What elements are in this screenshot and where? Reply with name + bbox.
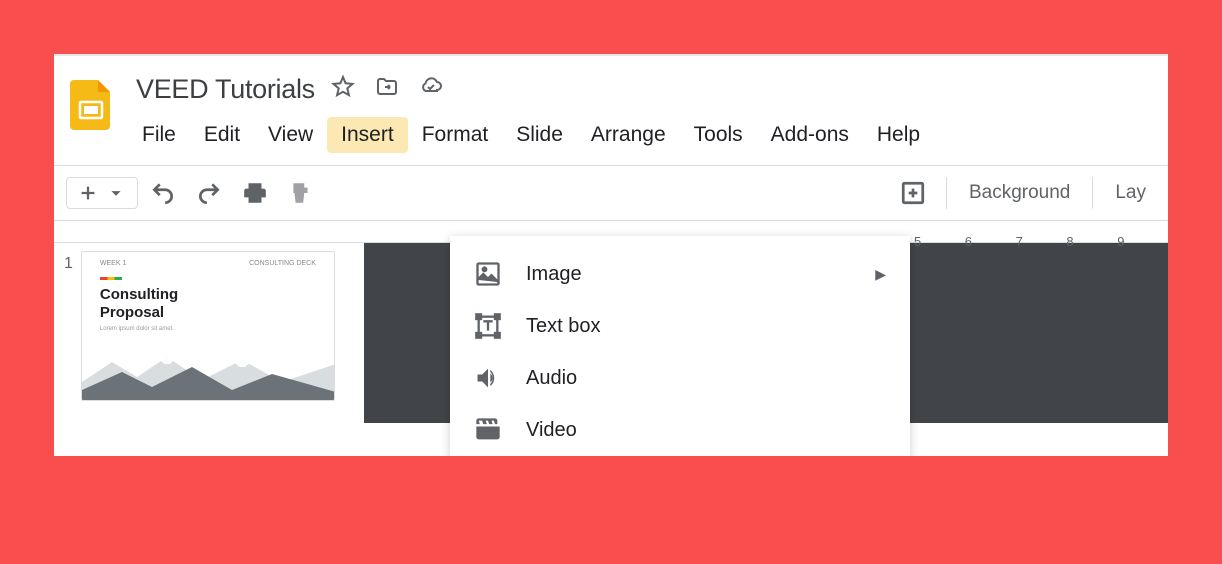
menu-help[interactable]: Help <box>863 117 934 153</box>
move-folder-icon[interactable] <box>375 75 399 104</box>
thumbnail-header-right: CONSULTING DECK <box>249 260 316 267</box>
insert-video-item[interactable]: Video <box>450 404 910 456</box>
dropdown-caret-icon <box>105 182 127 204</box>
dropdown-item-label: Video <box>526 419 577 442</box>
thumbnail-mountain-graphic <box>82 352 335 400</box>
title-actions <box>331 75 443 104</box>
submenu-chevron-icon: ▶ <box>875 266 886 283</box>
dropdown-item-label: Image <box>526 263 582 286</box>
menu-view[interactable]: View <box>254 117 327 153</box>
title-area: VEED Tutorials File Edit View Insert For… <box>136 74 1156 153</box>
cloud-status-icon[interactable] <box>419 75 443 104</box>
paint-format-button[interactable] <box>280 174 322 212</box>
dropdown-item-label: Text box <box>526 315 600 338</box>
app-window: VEED Tutorials File Edit View Insert For… <box>54 54 1168 456</box>
title-row: VEED Tutorials <box>136 74 1156 105</box>
menu-edit[interactable]: Edit <box>190 117 254 153</box>
slides-logo-icon[interactable] <box>66 78 118 130</box>
toolbar: Background Lay <box>54 165 1168 221</box>
menu-format[interactable]: Format <box>408 117 503 153</box>
menu-arrange[interactable]: Arrange <box>577 117 680 153</box>
toolbar-divider <box>946 177 947 209</box>
audio-icon <box>474 364 502 392</box>
toolbar-divider <box>1092 177 1093 209</box>
insert-dropdown-menu: Image ▶ Text box Audio Video <box>450 236 910 456</box>
redo-button[interactable] <box>188 174 230 212</box>
insert-audio-item[interactable]: Audio <box>450 352 910 404</box>
header: VEED Tutorials File Edit View Insert For… <box>54 56 1168 153</box>
menu-insert[interactable]: Insert <box>327 117 408 153</box>
insert-textbox-item[interactable]: Text box <box>450 300 910 352</box>
menu-file[interactable]: File <box>128 117 190 153</box>
menubar: File Edit View Insert Format Slide Arran… <box>128 117 1156 153</box>
menu-tools[interactable]: Tools <box>680 117 757 153</box>
image-icon <box>474 260 502 288</box>
thumbnail-header: WEEK 1 CONSULTING DECK <box>82 252 334 267</box>
add-box-button[interactable] <box>892 174 934 212</box>
slide-thumbnail-panel: 1 WEEK 1 CONSULTING DECK ConsultingPropo… <box>54 243 364 423</box>
document-title[interactable]: VEED Tutorials <box>136 74 315 105</box>
thumbnail-header-left: WEEK 1 <box>100 260 126 267</box>
video-icon <box>474 416 502 444</box>
thumbnail-accent-bar <box>100 277 122 280</box>
menu-addons[interactable]: Add-ons <box>757 117 863 153</box>
star-icon[interactable] <box>331 75 355 104</box>
new-slide-button[interactable] <box>66 177 138 209</box>
print-button[interactable] <box>234 174 276 212</box>
menu-slide[interactable]: Slide <box>502 117 577 153</box>
insert-image-item[interactable]: Image ▶ <box>450 248 910 300</box>
thumbnail-title: ConsultingProposal <box>82 286 334 322</box>
layout-button[interactable]: Lay <box>1105 182 1156 204</box>
background-button[interactable]: Background <box>959 182 1080 204</box>
slide-number: 1 <box>64 255 73 415</box>
slide-thumbnail[interactable]: WEEK 1 CONSULTING DECK ConsultingProposa… <box>81 251 335 401</box>
dropdown-item-label: Audio <box>526 367 577 390</box>
thumbnail-subtitle: Lorem ipsum dolor sit amet. <box>82 322 334 332</box>
textbox-icon <box>474 312 502 340</box>
undo-button[interactable] <box>142 174 184 212</box>
